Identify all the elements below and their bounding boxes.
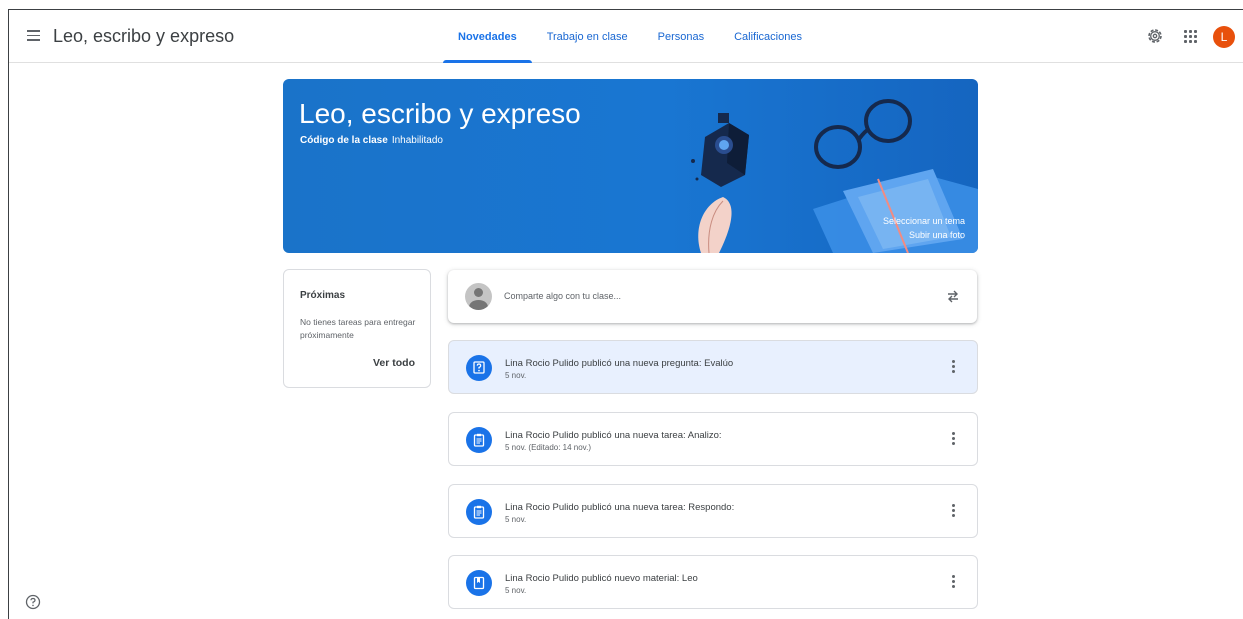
post-title: Lina Rocio Pulido publicó una nueva tare… <box>505 502 735 513</box>
upcoming-empty-text: No tienes tareas para entregar próximame… <box>300 317 416 340</box>
account-avatar[interactable]: L <box>1213 26 1235 48</box>
user-avatar <box>465 283 492 310</box>
more-options-icon[interactable] <box>951 575 957 591</box>
question-icon <box>466 355 492 381</box>
tab-bar: Novedades Trabajo en clase Personas Cali… <box>443 10 817 63</box>
menu-icon[interactable] <box>25 26 43 44</box>
tab-personas[interactable]: Personas <box>643 10 719 62</box>
tab-novedades[interactable]: Novedades <box>443 10 532 63</box>
more-options-icon[interactable] <box>951 432 957 448</box>
post-date: 5 nov. <box>505 586 527 595</box>
app-window: Leo, escribo y expreso Novedades Trabajo… <box>8 9 1243 619</box>
tab-calificaciones[interactable]: Calificaciones <box>719 10 817 62</box>
tab-trabajo-en-clase[interactable]: Trabajo en clase <box>532 10 643 62</box>
post-title: Lina Rocio Pulido publicó nuevo material… <box>505 573 698 584</box>
upcoming-title: Próximas <box>300 290 346 301</box>
stream-post[interactable]: Lina Rocio Pulido publicó una nueva preg… <box>448 340 978 394</box>
class-title[interactable]: Leo, escribo y expreso <box>53 26 234 47</box>
stream-post[interactable]: Lina Rocio Pulido publicó nuevo material… <box>448 555 978 609</box>
stream-post[interactable]: Lina Rocio Pulido publicó una nueva tare… <box>448 412 978 466</box>
material-icon <box>466 570 492 596</box>
upload-photo-link[interactable]: Subir una foto <box>909 230 965 240</box>
post-title: Lina Rocio Pulido publicó una nueva preg… <box>505 358 734 369</box>
repost-icon[interactable] <box>945 288 961 304</box>
post-title: Lina Rocio Pulido publicó una nueva tare… <box>505 430 722 441</box>
class-code: Código de la clase Inhabilitado <box>300 135 443 146</box>
stream-post[interactable]: Lina Rocio Pulido publicó una nueva tare… <box>448 484 978 538</box>
view-all-link[interactable]: Ver todo <box>373 357 415 369</box>
assignment-icon <box>466 427 492 453</box>
assignment-icon <box>466 499 492 525</box>
post-date: 5 nov. (Editado: 14 nov.) <box>505 443 591 452</box>
share-placeholder: Comparte algo con tu clase... <box>504 291 622 301</box>
settings-icon[interactable] <box>1146 27 1164 45</box>
upcoming-card: Próximas No tienes tareas para entregar … <box>283 269 431 388</box>
help-icon[interactable] <box>25 594 41 610</box>
more-options-icon[interactable] <box>951 504 957 520</box>
apps-grid-icon[interactable] <box>1182 28 1198 44</box>
post-date: 5 nov. <box>505 515 527 524</box>
class-code-label: Código de la clase <box>300 135 388 146</box>
more-options-icon[interactable] <box>951 360 957 376</box>
select-theme-link[interactable]: Seleccionar un tema <box>883 216 965 226</box>
class-banner: Leo, escribo y expreso Código de la clas… <box>283 79 978 253</box>
class-code-value: Inhabilitado <box>391 135 443 146</box>
banner-illustration <box>691 99 978 253</box>
banner-title: Leo, escribo y expreso <box>299 98 581 129</box>
top-app-bar: Leo, escribo y expreso Novedades Trabajo… <box>9 10 1243 63</box>
share-box[interactable]: Comparte algo con tu clase... <box>448 270 977 323</box>
post-date: 5 nov. <box>505 371 527 380</box>
